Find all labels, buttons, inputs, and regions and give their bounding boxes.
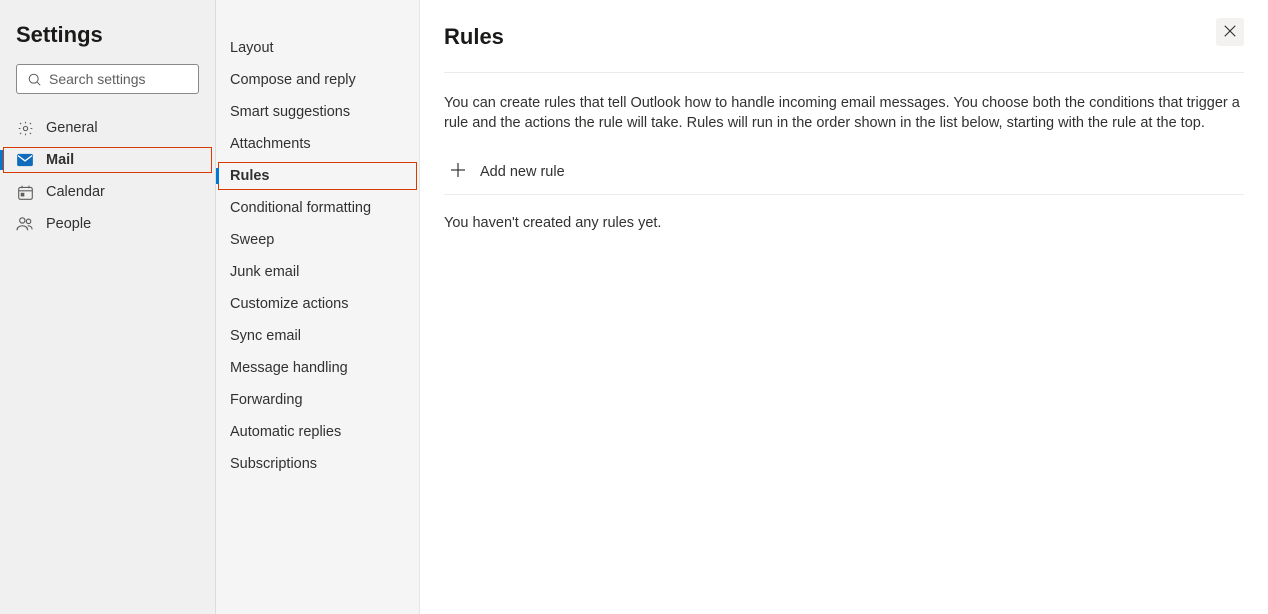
- nav-item-calendar[interactable]: Calendar: [0, 176, 215, 208]
- sub-item-attachments[interactable]: Attachments: [216, 128, 419, 160]
- nav-item-people[interactable]: People: [0, 208, 215, 240]
- sub-label: Attachments: [230, 136, 311, 152]
- main-title: Rules: [444, 24, 504, 50]
- sub-item-message-handling[interactable]: Message handling: [216, 352, 419, 384]
- sub-label: Customize actions: [230, 296, 348, 312]
- sub-label: Junk email: [230, 264, 299, 280]
- add-rule-label: Add new rule: [480, 164, 565, 180]
- close-icon: [1223, 24, 1237, 41]
- sub-item-automatic-replies[interactable]: Automatic replies: [216, 416, 419, 448]
- add-new-rule-button[interactable]: Add new rule: [444, 152, 1244, 195]
- sub-item-layout[interactable]: Layout: [216, 32, 419, 64]
- main-panel: Rules You can create rules that tell Out…: [420, 0, 1268, 614]
- sub-item-rules[interactable]: Rules: [216, 160, 419, 192]
- sub-label: Rules: [230, 168, 270, 184]
- nav-label: General: [46, 120, 98, 136]
- search-icon: [25, 70, 43, 88]
- sub-item-forwarding[interactable]: Forwarding: [216, 384, 419, 416]
- sub-label: Automatic replies: [230, 424, 341, 440]
- mail-icon: [16, 151, 34, 169]
- sub-label: Layout: [230, 40, 274, 56]
- sub-label: Sync email: [230, 328, 301, 344]
- nav-label: Mail: [46, 152, 74, 168]
- sub-item-subscriptions[interactable]: Subscriptions: [216, 448, 419, 480]
- sub-label: Message handling: [230, 360, 348, 376]
- nav-item-mail[interactable]: Mail: [0, 144, 215, 176]
- people-icon: [16, 215, 34, 233]
- sub-item-sweep[interactable]: Sweep: [216, 224, 419, 256]
- nav-item-general[interactable]: General: [0, 112, 215, 144]
- sub-item-smart-suggestions[interactable]: Smart suggestions: [216, 96, 419, 128]
- calendar-icon: [16, 183, 34, 201]
- sub-list: Layout Compose and reply Smart suggestio…: [216, 32, 419, 480]
- empty-state-text: You haven't created any rules yet.: [444, 195, 1244, 231]
- sub-label: Subscriptions: [230, 456, 317, 472]
- sub-item-customize-actions[interactable]: Customize actions: [216, 288, 419, 320]
- nav-label: People: [46, 216, 91, 232]
- sub-label: Sweep: [230, 232, 274, 248]
- gear-icon: [16, 119, 34, 137]
- sub-item-compose-and-reply[interactable]: Compose and reply: [216, 64, 419, 96]
- rules-description: You can create rules that tell Outlook h…: [444, 73, 1244, 152]
- sub-label: Compose and reply: [230, 72, 356, 88]
- plus-icon: [450, 162, 466, 182]
- search-wrap: [0, 64, 215, 106]
- nav-label: Calendar: [46, 184, 105, 200]
- search-input[interactable]: [49, 71, 190, 87]
- sub-item-junk-email[interactable]: Junk email: [216, 256, 419, 288]
- sub-item-conditional-formatting[interactable]: Conditional formatting: [216, 192, 419, 224]
- sub-label: Smart suggestions: [230, 104, 350, 120]
- settings-left-panel: Settings General: [0, 0, 216, 614]
- main-header: Rules: [444, 24, 1244, 73]
- nav-list: General Mail Calendar: [0, 106, 215, 240]
- sub-label: Conditional formatting: [230, 200, 371, 216]
- close-button[interactable]: [1216, 18, 1244, 46]
- sub-label: Forwarding: [230, 392, 303, 408]
- sub-item-sync-email[interactable]: Sync email: [216, 320, 419, 352]
- search-box[interactable]: [16, 64, 199, 94]
- settings-middle-panel: Layout Compose and reply Smart suggestio…: [216, 0, 420, 614]
- settings-title: Settings: [0, 22, 215, 64]
